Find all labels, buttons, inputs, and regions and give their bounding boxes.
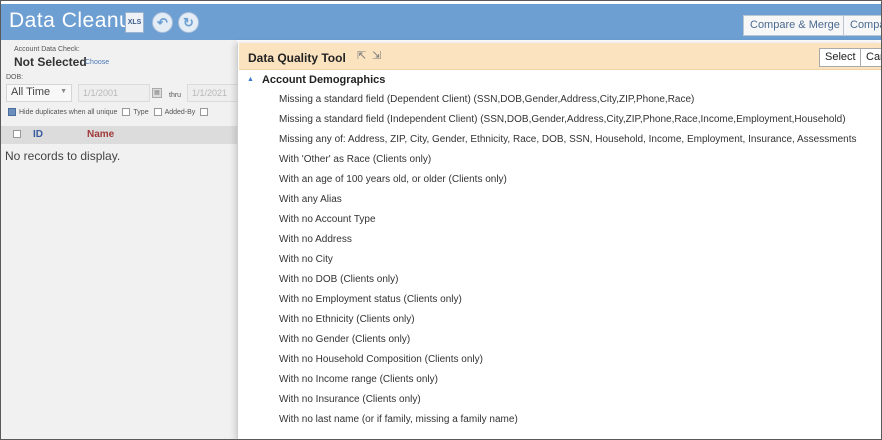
hide-duplicates-checkbox[interactable] (8, 108, 16, 116)
check-item[interactable]: With an age of 100 years old, or older (… (279, 173, 879, 193)
compare-merge-button[interactable]: Compare & Merge (743, 15, 847, 36)
extra-checkbox[interactable] (200, 108, 209, 116)
check-item[interactable]: With 'Other' as Race (Clients only) (279, 153, 879, 173)
hide-duplicates-label: Hide duplicates when all unique (19, 108, 118, 116)
dob-label: DOB: (6, 74, 24, 81)
check-item[interactable]: Missing any of: Address, ZIP, City, Gend… (279, 133, 879, 153)
section-account-demographics[interactable]: ▲ Account Demographics (247, 74, 385, 86)
select-all-checkbox[interactable] (13, 130, 21, 138)
app-window: Data Cleanup XLS ↶ ↻ Compare & Merge Com… (0, 0, 882, 440)
column-id[interactable]: ID (33, 129, 43, 140)
app-title: Data Cleanup (9, 9, 144, 32)
filter-panel: Account Data Check: Not Selected Choose … (1, 40, 237, 439)
back-arrow-icon[interactable]: ↶ (152, 12, 173, 33)
filter-options: Hide duplicates when all unique Type Add… (8, 108, 211, 116)
type-label: Type (133, 108, 149, 116)
date-range-select[interactable]: All Time ▼ (6, 84, 72, 102)
check-list: Missing a standard field (Dependent Clie… (279, 93, 879, 433)
calendar-icon[interactable]: ▦ (152, 88, 162, 98)
choose-link[interactable]: Choose (85, 59, 109, 66)
to-date-input[interactable]: 1/1/2021 (187, 84, 237, 102)
check-item[interactable]: With no Employment status (Clients only) (279, 293, 879, 313)
check-item[interactable]: With no Account Type (279, 213, 879, 233)
grid-header: ID Name (1, 126, 237, 144)
to-date-value: 1/1/2021 (192, 88, 228, 98)
check-item[interactable]: With no Insurance (Clients only) (279, 393, 879, 413)
empty-message: No records to display. (5, 149, 121, 163)
check-item[interactable]: With no Address (279, 233, 879, 253)
refresh-icon[interactable]: ↻ (178, 12, 199, 33)
check-item[interactable]: With any Alias (279, 193, 879, 213)
section-title: Account Demographics (261, 74, 386, 86)
top-bar: Data Cleanup XLS ↶ ↻ Compare & Merge Com… (1, 4, 881, 40)
column-name[interactable]: Name (87, 129, 114, 140)
check-item[interactable]: Missing a standard field (Dependent Clie… (279, 93, 879, 113)
expand-all-icon[interactable]: ⇱ (357, 49, 366, 62)
date-range-value: All Time (11, 86, 51, 98)
check-item[interactable]: With no Ethnicity (Clients only) (279, 313, 879, 333)
check-item[interactable]: With no City (279, 253, 879, 273)
check-item[interactable]: With no DOB (Clients only) (279, 273, 879, 293)
data-quality-dialog: Data Quality Tool ⇱ ⇲ Select Can ▲ Accoun… (237, 43, 881, 439)
check-item[interactable]: With no last name (or if family, missing… (279, 413, 879, 433)
chevron-down-icon: ▼ (60, 88, 67, 95)
cancel-button[interactable]: Can (860, 48, 881, 67)
account-check-value: Not Selected (14, 55, 87, 69)
account-check-label: Account Data Check: (14, 46, 80, 53)
type-checkbox[interactable] (122, 108, 131, 116)
thru-label: thru (169, 92, 182, 99)
dialog-header: Data Quality Tool ⇱ ⇲ Select Can (239, 43, 881, 70)
check-item[interactable]: With no Income range (Clients only) (279, 373, 879, 393)
expand-triangle-icon: ▲ (247, 76, 254, 83)
check-item[interactable]: Missing a standard field (Independent Cl… (279, 113, 879, 133)
from-date-input[interactable]: 1/1/2001 (78, 84, 150, 102)
select-button[interactable]: Select (819, 48, 862, 67)
added-by-label: Added-By (164, 108, 196, 116)
from-date-value: 1/1/2001 (83, 88, 119, 98)
check-item[interactable]: With no Household Composition (Clients o… (279, 353, 879, 373)
collapse-all-icon[interactable]: ⇲ (372, 49, 381, 62)
added-by-checkbox[interactable] (153, 108, 162, 116)
check-item[interactable]: With no Gender (Clients only) (279, 333, 879, 353)
dialog-title: Data Quality Tool (248, 51, 346, 65)
xls-export-icon[interactable]: XLS (125, 12, 144, 33)
compare-button[interactable]: Compa (843, 15, 881, 36)
